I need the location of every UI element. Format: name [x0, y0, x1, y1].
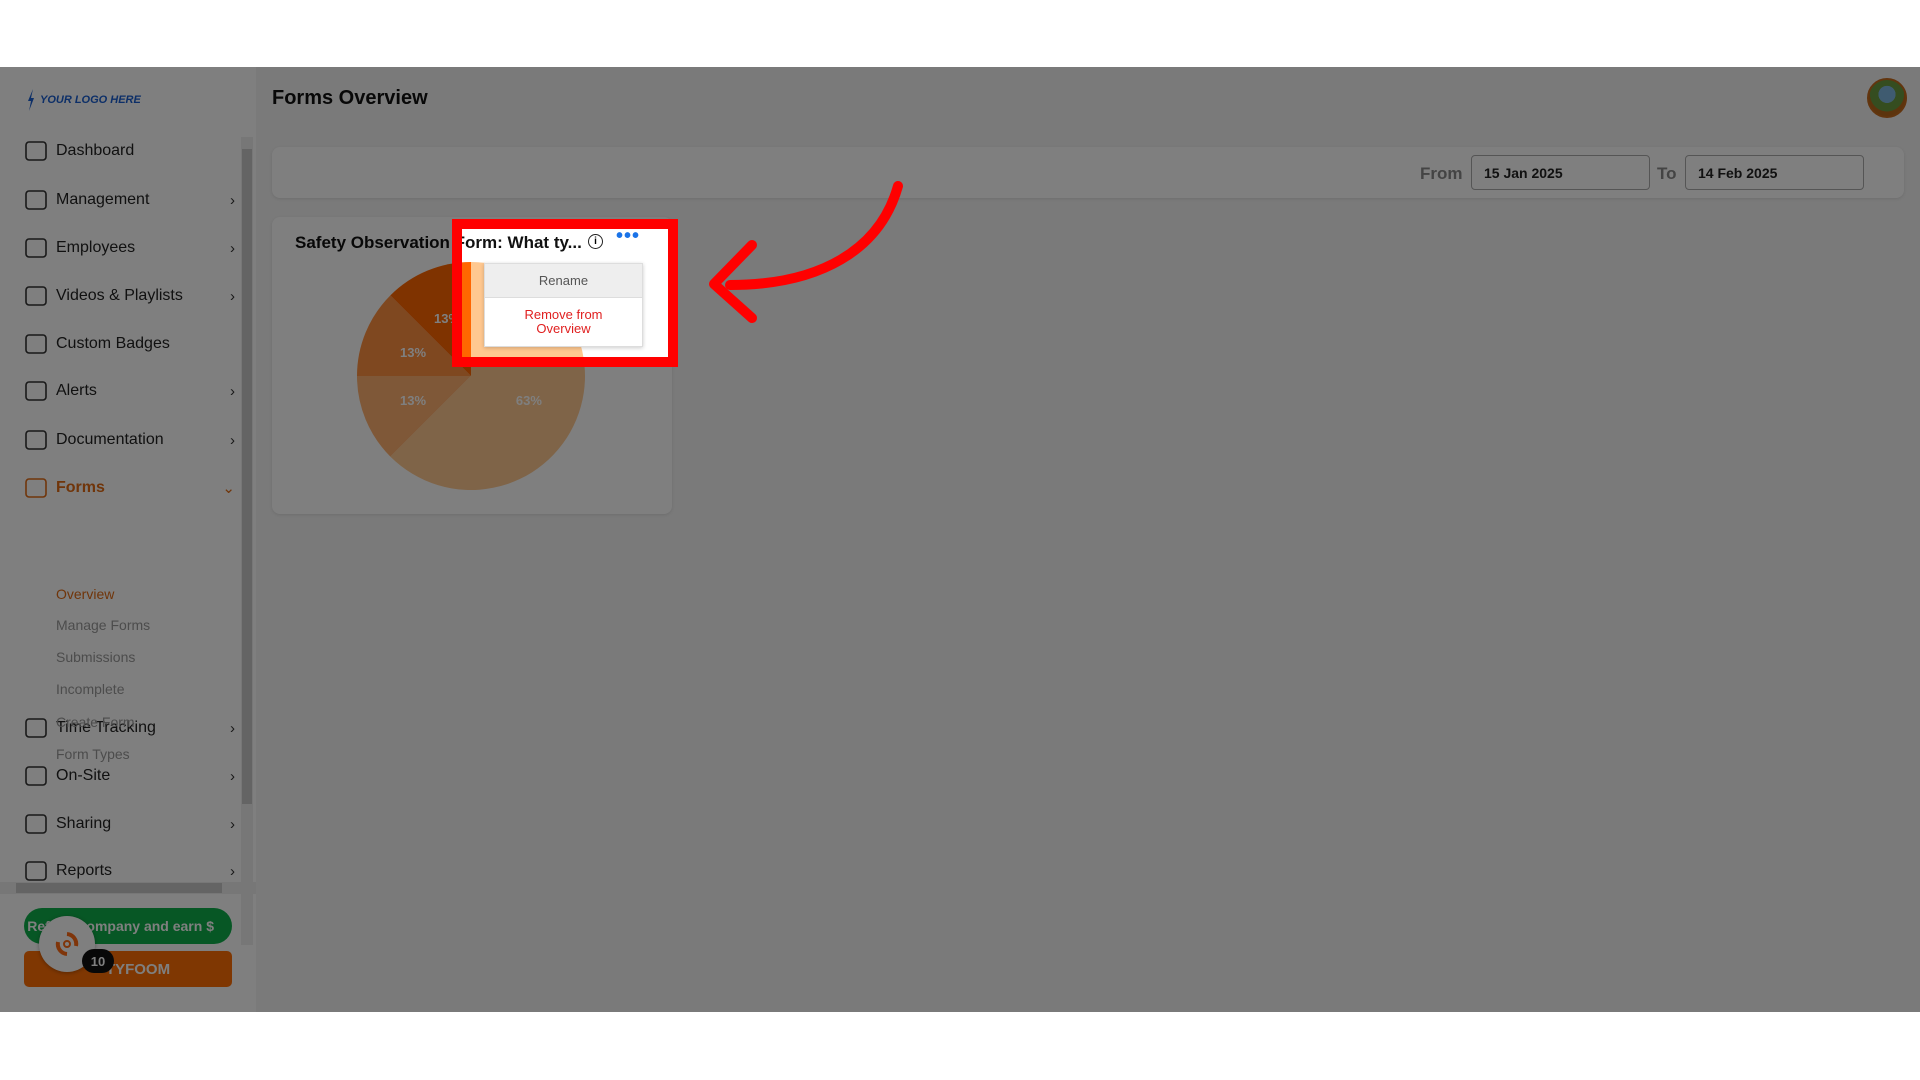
form-chart-card: Safety Observation Form: What ty... i ••…	[272, 217, 672, 514]
sidebar-item-label: Videos & Playlists	[56, 287, 183, 304]
scroll-thumb[interactable]	[242, 149, 252, 804]
pie-slice-label: 63%	[516, 393, 542, 408]
rename-menu-item[interactable]: Rename	[485, 264, 642, 298]
sidebar-item-label: Documentation	[56, 431, 164, 448]
chevron-right-icon: ›	[230, 287, 235, 305]
to-label: To	[1657, 164, 1677, 183]
documentation-icon	[23, 427, 49, 453]
sidebar-item-label: Employees	[56, 239, 136, 256]
chevron-right-icon: ›	[230, 767, 235, 785]
page-title: Forms Overview	[272, 87, 428, 109]
sidebar-item-on-site[interactable]: On-Site ›	[0, 756, 241, 796]
pie-slice-label: 13%	[400, 345, 426, 360]
forms-subitem-submissions[interactable]: Submissions	[56, 649, 135, 665]
sidebar-item-label: On-Site	[56, 767, 111, 784]
forms-subitem-overview[interactable]: Overview	[56, 586, 114, 602]
forms-subitem-create-form[interactable]: Create Form	[56, 714, 135, 730]
from-date-input[interactable]: 15 Jan 2025	[1471, 155, 1650, 190]
sidebar-nav: Dashboard Management › Employees › Videos & P…	[0, 137, 241, 943]
stopwatch-icon	[23, 715, 49, 741]
pie-slice-label: 13%	[434, 311, 460, 326]
reports-icon	[23, 858, 49, 884]
sidebar-item-documentation[interactable]: Documentation ›	[0, 420, 241, 460]
sidebar-item-label: Forms	[56, 479, 105, 496]
sharing-icon	[23, 811, 49, 837]
alert-icon	[23, 378, 49, 404]
forms-icon	[23, 475, 49, 501]
location-pin-icon	[23, 763, 49, 789]
sidebar-horizontal-scrollbar[interactable]	[0, 882, 256, 894]
sidebar-item-label: Reports	[56, 862, 113, 879]
notification-count-badge: 10	[82, 949, 114, 973]
forms-subitem-form-types[interactable]: Form Types	[56, 746, 130, 762]
badge-icon	[23, 331, 49, 357]
scroll-thumb[interactable]	[16, 883, 222, 893]
employee-icon	[23, 235, 49, 261]
chevron-right-icon: ›	[230, 815, 235, 833]
remove-from-overview-menu-item[interactable]: Remove from Overview	[485, 298, 642, 346]
more-options-icon[interactable]: •••	[616, 225, 640, 248]
pie-slice-label: 13%	[400, 393, 426, 408]
sidebar-item-label: Alerts	[56, 382, 97, 399]
chevron-right-icon: ›	[230, 719, 235, 737]
chevron-right-icon: ›	[230, 239, 235, 257]
sidebar-item-label: Management	[56, 191, 150, 208]
logo[interactable]: YOUR LOGO HERE	[26, 89, 141, 111]
logo-text: YOUR LOGO HERE	[40, 94, 141, 106]
dashboard-icon	[23, 138, 49, 164]
chevron-right-icon: ›	[230, 862, 235, 880]
sidebar-item-forms[interactable]: Forms ⌄	[0, 468, 241, 508]
video-icon	[23, 283, 49, 309]
chevron-down-icon: ⌄	[222, 480, 235, 497]
sidebar-item-employees[interactable]: Employees ›	[0, 228, 241, 268]
chevron-right-icon: ›	[230, 382, 235, 400]
sidebar-item-sharing[interactable]: Sharing ›	[0, 804, 241, 844]
chevron-right-icon: ›	[230, 191, 235, 209]
sidebar-item-label: Sharing	[56, 815, 112, 832]
card-title: Safety Observation Form: What ty...	[295, 233, 582, 252]
info-icon[interactable]: i	[588, 234, 603, 249]
sidebar-vertical-scrollbar[interactable]	[241, 137, 253, 945]
management-icon	[23, 187, 49, 213]
forms-subitem-incomplete[interactable]: Incomplete	[56, 681, 124, 697]
chevron-right-icon: ›	[230, 431, 235, 449]
sidebar-item-label: Dashboard	[56, 142, 135, 159]
date-filter-bar: From 15 Jan 2025 To 14 Feb 2025	[272, 147, 1904, 198]
sidebar-item-alerts[interactable]: Alerts ›	[0, 371, 241, 411]
sidebar-item-dashboard[interactable]: Dashboard	[0, 137, 241, 171]
sidebar: YOUR LOGO HERE Dashboard Management › Emplo…	[0, 67, 256, 1012]
logo-bolt-icon	[28, 89, 34, 111]
sidebar-item-custom-badges[interactable]: Custom Badges	[0, 324, 241, 364]
avatar[interactable]	[1867, 78, 1907, 118]
sidebar-item-label: Custom Badges	[56, 335, 170, 352]
card-options-menu: Rename Remove from Overview	[484, 263, 643, 347]
sidebar-item-videos-playlists[interactable]: Videos & Playlists ›	[0, 276, 241, 316]
sidebar-item-management[interactable]: Management ›	[0, 180, 241, 220]
forms-subitem-manage-forms[interactable]: Manage Forms	[56, 617, 150, 633]
tyfoom-swirl-icon	[55, 932, 79, 956]
from-label: From	[1420, 164, 1463, 183]
to-date-input[interactable]: 14 Feb 2025	[1685, 155, 1864, 190]
app: YOUR LOGO HERE Dashboard Management › Emplo…	[0, 67, 1920, 1012]
remove-label: Remove from Overview	[524, 307, 603, 336]
